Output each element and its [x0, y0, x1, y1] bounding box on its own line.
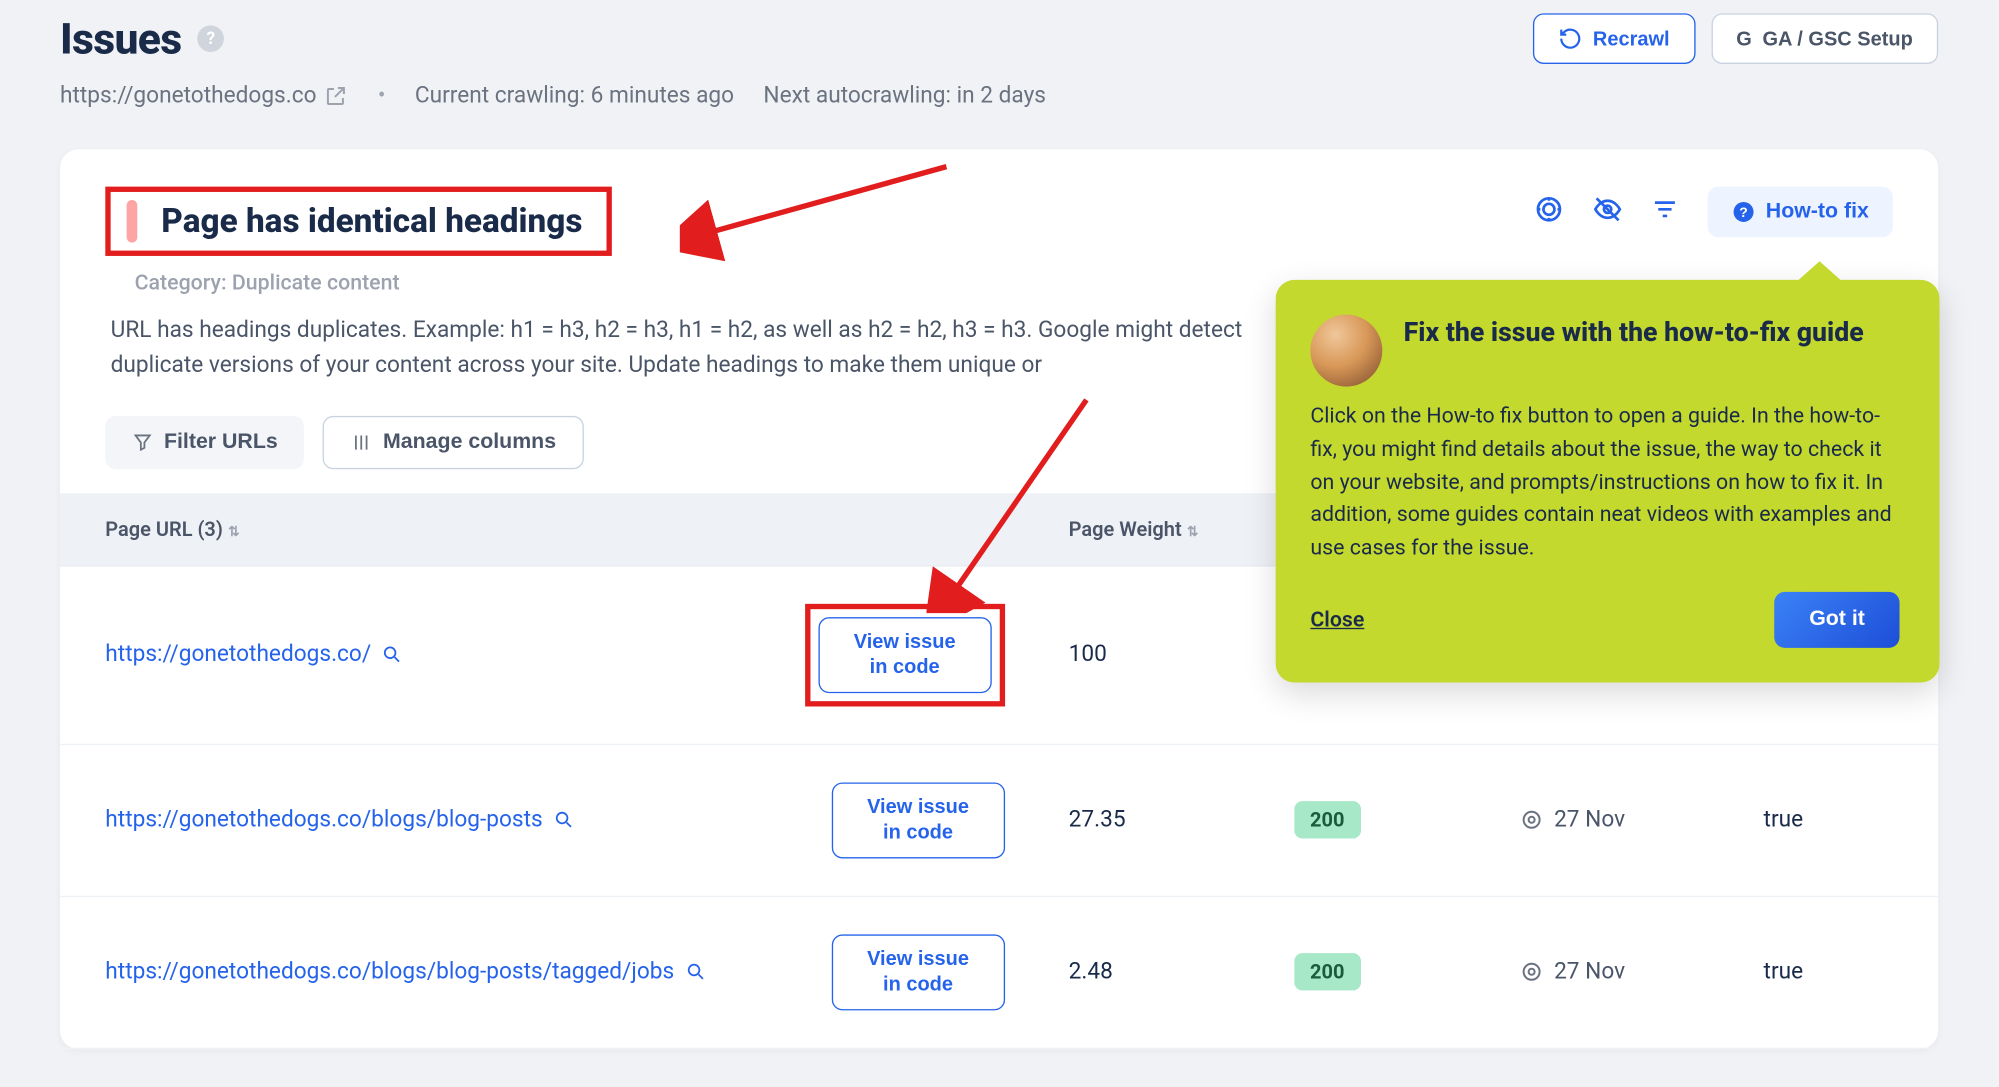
manage-columns-button[interactable]: Manage columns — [323, 415, 584, 468]
col-page-url[interactable]: Page URL (3)⇅ — [60, 493, 1037, 566]
separator-dot: • — [378, 83, 386, 110]
refresh-icon — [1558, 27, 1582, 51]
popover-close-link[interactable]: Close — [1310, 607, 1364, 632]
bool-cell: true — [1732, 896, 1939, 1048]
target-icon[interactable] — [1534, 195, 1563, 230]
current-crawl-text: Current crawling: 6 minutes ago — [415, 83, 734, 110]
view-issue-highlight: View issue in code — [805, 603, 1005, 706]
status-badge: 200 — [1294, 953, 1360, 990]
recrawl-button[interactable]: Recrawl — [1533, 13, 1695, 64]
table-row: https://gonetothedogs.co/blogs/blog-post… — [60, 896, 1938, 1048]
filter-lines-icon[interactable] — [1651, 196, 1678, 228]
howto-label: How-to fix — [1766, 200, 1869, 224]
svg-text:?: ? — [1739, 204, 1748, 220]
ga-label: GA / GSC Setup — [1762, 27, 1912, 50]
page-url-link[interactable]: https://gonetothedogs.co/ — [105, 641, 403, 668]
issue-title-highlight: Page has identical headings — [105, 187, 611, 256]
google-g-icon: G — [1736, 27, 1752, 50]
external-link-icon — [325, 84, 349, 108]
target-small-icon — [1519, 960, 1543, 984]
view-issue-button[interactable]: View issue in code — [818, 617, 991, 693]
bool-cell: true — [1732, 744, 1939, 896]
eye-off-icon[interactable] — [1592, 195, 1621, 230]
col-page-weight[interactable]: Page Weight⇅ — [1037, 493, 1262, 566]
search-icon — [382, 644, 403, 665]
sort-icon: ⇅ — [1187, 525, 1198, 540]
weight-cell: 2.48 — [1037, 896, 1262, 1048]
page-title: Issues — [60, 13, 181, 64]
next-crawl-text: Next autocrawling: in 2 days — [763, 83, 1046, 110]
target-small-icon — [1519, 808, 1543, 832]
columns-label: Manage columns — [383, 430, 556, 454]
site-url-text: https://gonetothedogs.co — [60, 83, 317, 110]
meta-row: https://gonetothedogs.co • Current crawl… — [60, 83, 1938, 110]
issue-description: URL has headings duplicates. Example: h1… — [111, 313, 1271, 383]
howto-popover: Fix the issue with the how-to-fix guide … — [1276, 280, 1940, 683]
question-circle-icon: ? — [1731, 200, 1755, 224]
columns-icon — [351, 431, 372, 452]
search-icon — [553, 809, 574, 830]
date-cell: 27 Nov — [1519, 959, 1699, 986]
popover-body: Click on the How-to fix button to open a… — [1310, 400, 1899, 565]
severity-indicator — [127, 200, 138, 243]
sort-icon: ⇅ — [228, 525, 239, 540]
avatar — [1310, 315, 1382, 387]
url-text: https://gonetothedogs.co/blogs/blog-post… — [105, 807, 542, 834]
weight-cell: 27.35 — [1037, 744, 1262, 896]
ga-setup-button[interactable]: G GA / GSC Setup — [1711, 13, 1938, 64]
date-cell: 27 Nov — [1519, 807, 1699, 834]
weight-cell: 100 — [1037, 565, 1262, 744]
filter-label: Filter URLs — [164, 430, 278, 454]
popover-title: Fix the issue with the how-to-fix guide — [1404, 315, 1864, 350]
popover-gotit-button[interactable]: Got it — [1775, 592, 1900, 648]
filter-urls-button[interactable]: Filter URLs — [105, 415, 304, 468]
help-icon[interactable]: ? — [197, 25, 224, 52]
issue-title-text: Page has identical headings — [161, 202, 582, 241]
page-header: Issues ? Recrawl G GA / GSC Setup — [60, 13, 1938, 64]
recrawl-label: Recrawl — [1593, 27, 1670, 50]
page-url-link[interactable]: https://gonetothedogs.co/blogs/blog-post… — [105, 959, 706, 986]
status-badge: 200 — [1294, 801, 1360, 838]
howto-fix-button[interactable]: ? How-to fix — [1707, 187, 1893, 238]
site-url-link[interactable]: https://gonetothedogs.co — [60, 83, 349, 110]
funnel-icon — [132, 431, 153, 452]
view-issue-button[interactable]: View issue in code — [831, 782, 1004, 858]
url-text: https://gonetothedogs.co/blogs/blog-post… — [105, 959, 674, 986]
url-text: https://gonetothedogs.co/ — [105, 641, 371, 668]
page-url-link[interactable]: https://gonetothedogs.co/blogs/blog-post… — [105, 807, 574, 834]
table-row: https://gonetothedogs.co/blogs/blog-post… — [60, 744, 1938, 896]
view-issue-button[interactable]: View issue in code — [831, 934, 1004, 1010]
search-icon — [685, 961, 706, 982]
